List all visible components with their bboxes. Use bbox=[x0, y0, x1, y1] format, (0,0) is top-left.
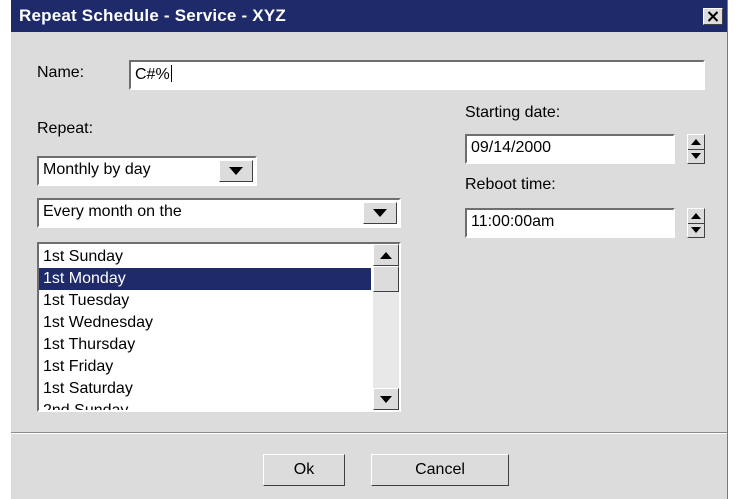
scroll-down-button[interactable] bbox=[373, 388, 399, 410]
repeat-frequency-dropdown-button[interactable] bbox=[363, 202, 397, 224]
repeat-frequency-dropdown[interactable]: Every month on the bbox=[37, 198, 401, 228]
window-title: Repeat Schedule - Service - XYZ bbox=[19, 6, 286, 25]
scroll-up-button[interactable] bbox=[373, 244, 399, 266]
listbox-scrollbar[interactable] bbox=[373, 244, 399, 410]
chevron-down-icon bbox=[229, 167, 243, 175]
arrow-up-icon bbox=[691, 213, 701, 219]
spin-up-button[interactable] bbox=[688, 135, 704, 150]
arrow-down-icon bbox=[380, 395, 392, 403]
text-caret bbox=[170, 65, 172, 82]
repeat-type-dropdown-button[interactable] bbox=[219, 160, 253, 182]
reboot-time-input[interactable]: 11:00:00am bbox=[465, 208, 675, 238]
reboot-time-spinner[interactable] bbox=[687, 208, 705, 238]
arrow-up-icon bbox=[380, 251, 392, 259]
starting-date-value: 09/14/2000 bbox=[471, 139, 552, 156]
repeat-frequency-value: Every month on the bbox=[43, 203, 182, 220]
arrow-down-icon bbox=[691, 153, 701, 159]
repeat-label: Repeat: bbox=[37, 120, 94, 137]
chevron-down-icon bbox=[373, 209, 387, 217]
scroll-thumb[interactable] bbox=[373, 266, 399, 292]
close-button[interactable] bbox=[703, 8, 723, 25]
spin-down-button[interactable] bbox=[688, 223, 704, 237]
starting-date-label: Starting date: bbox=[465, 104, 561, 121]
arrow-up-icon bbox=[691, 139, 701, 145]
reboot-time-label: Reboot time: bbox=[465, 176, 556, 193]
repeat-schedule-dialog: Repeat Schedule - Service - XYZ Name: C#… bbox=[10, 0, 728, 499]
reboot-time-value: 11:00:00am bbox=[471, 213, 555, 230]
list-item[interactable]: 1st Saturday bbox=[39, 378, 371, 400]
list-item[interactable]: 2nd Sunday bbox=[39, 400, 371, 410]
name-value: C#% bbox=[135, 66, 170, 83]
footer-separator bbox=[11, 432, 727, 434]
name-label: Name: bbox=[37, 64, 85, 81]
close-icon bbox=[707, 11, 719, 22]
list-item[interactable]: 1st Sunday bbox=[39, 246, 371, 268]
starting-date-spinner[interactable] bbox=[687, 134, 705, 164]
arrow-down-icon bbox=[691, 227, 701, 233]
name-input[interactable]: C#% bbox=[129, 60, 705, 90]
list-item[interactable]: 1st Wednesday bbox=[39, 312, 371, 334]
ok-button[interactable]: Ok bbox=[263, 454, 345, 486]
title-bar[interactable]: Repeat Schedule - Service - XYZ bbox=[11, 0, 727, 32]
list-item[interactable]: 1st Friday bbox=[39, 356, 371, 378]
list-item[interactable]: 1st Tuesday bbox=[39, 290, 371, 312]
spin-up-button[interactable] bbox=[688, 209, 704, 224]
starting-date-input[interactable]: 09/14/2000 bbox=[465, 134, 675, 164]
list-item-selected[interactable]: 1st Monday bbox=[39, 268, 371, 290]
repeat-type-value: Monthly by day bbox=[43, 161, 151, 178]
list-item[interactable]: 1st Thursday bbox=[39, 334, 371, 356]
days-listbox[interactable]: 1st Sunday 1st Monday 1st Tuesday 1st We… bbox=[37, 242, 401, 412]
repeat-type-dropdown[interactable]: Monthly by day bbox=[37, 156, 257, 186]
cancel-button[interactable]: Cancel bbox=[371, 454, 509, 486]
spin-down-button[interactable] bbox=[688, 149, 704, 163]
